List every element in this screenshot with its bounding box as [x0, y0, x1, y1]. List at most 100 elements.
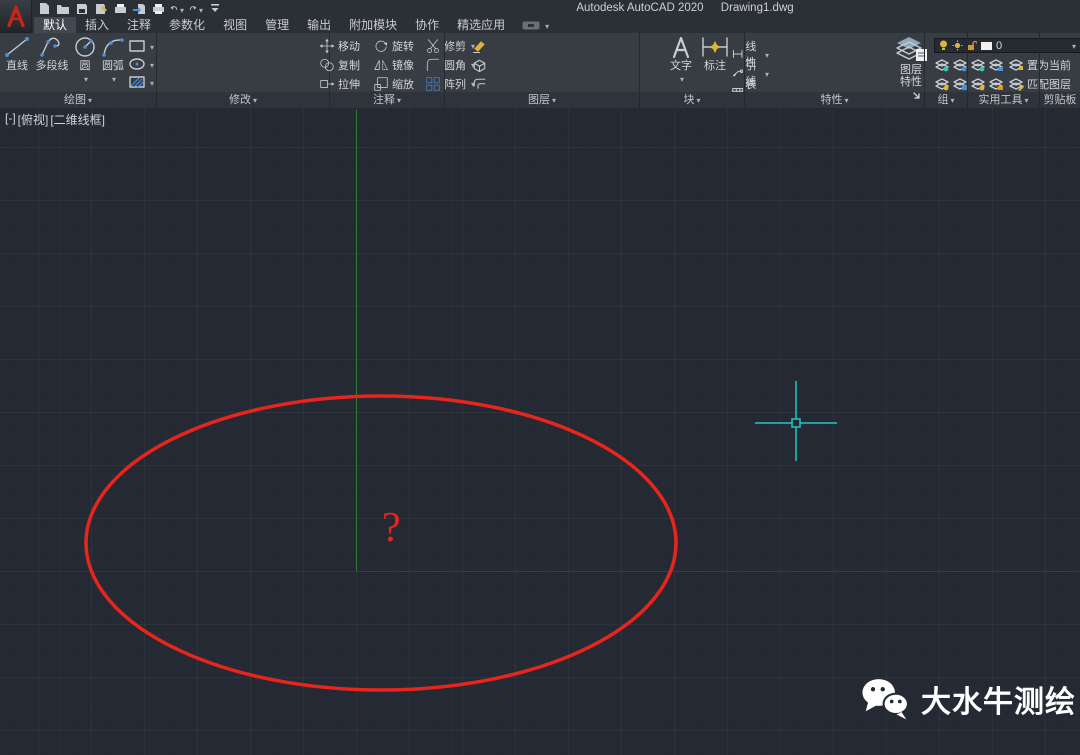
tab-parametric[interactable]: 参数化 — [160, 17, 214, 33]
undo-button[interactable] — [170, 2, 184, 16]
properties-dialog-launcher[interactable] — [913, 89, 921, 105]
export-button[interactable] — [132, 2, 146, 16]
crosshair-cursor — [755, 381, 837, 461]
arc-label: 圆弧 — [102, 60, 124, 72]
panel-block: 插入 创建 编辑 编辑属性 块 — [640, 33, 745, 108]
modify-panel-caret — [253, 92, 257, 108]
rectangle-caret[interactable] — [150, 37, 154, 55]
panel-label-group[interactable]: 组 — [925, 92, 967, 108]
hatch-tool[interactable] — [128, 73, 154, 91]
rectangle-tool[interactable] — [128, 37, 154, 55]
hatch-caret[interactable] — [150, 73, 154, 91]
circle-tool[interactable]: 圆 — [72, 35, 98, 85]
tab-output[interactable]: 输出 — [298, 17, 340, 33]
undo-dropdown-caret[interactable] — [180, 0, 184, 18]
autocad-logo-icon — [4, 4, 28, 28]
panel-label-properties[interactable]: 特性 — [745, 92, 924, 108]
rectangle-icon — [128, 39, 146, 53]
panel-draw: 直线 多段线 圆 圆弧 — [0, 33, 157, 108]
tab-addins[interactable]: 附加模块 — [340, 17, 406, 33]
panel-properties: 特性匹配 ByLayer ByLayer — [745, 33, 925, 108]
panel-layers: 图层特性 0 置为当 — [445, 33, 640, 108]
layers-panel-caret — [552, 92, 556, 108]
panel-group: 组 组 — [925, 33, 968, 108]
ellipse-caret[interactable] — [150, 55, 154, 73]
panel-label-utilities[interactable]: 实用工具 — [968, 92, 1039, 108]
tab-collaborate[interactable]: 协作 — [406, 17, 448, 33]
open-button[interactable] — [56, 2, 70, 16]
undo-icon — [170, 3, 178, 15]
watermark-text: 大水牛测绘 — [921, 677, 1076, 721]
viewport-controls: [-] [俯视] [二维线框] — [4, 111, 106, 128]
autocad-window: Autodesk AutoCAD 2020 Drawing1.dwg — [0, 0, 1080, 755]
properties-panel-caret — [844, 92, 848, 108]
drawn-ellipse[interactable] — [86, 396, 676, 690]
annotate-label-text: 注释 — [373, 94, 395, 106]
application-menu-button[interactable] — [0, 0, 32, 33]
tab-featured-apps[interactable]: 精选应用 — [448, 17, 514, 33]
draw-label-text: 绘图 — [64, 94, 86, 106]
customize-toolbar-button[interactable] — [208, 2, 222, 16]
quick-access-toolbar — [37, 1, 222, 16]
save-as-icon — [95, 3, 108, 15]
line-label: 直线 — [6, 60, 28, 72]
tab-annotate[interactable]: 注释 — [118, 17, 160, 33]
line-tool[interactable]: 直线 — [2, 35, 32, 72]
polyline-tool[interactable]: 多段线 — [33, 35, 71, 72]
arc-dropdown-caret[interactable] — [112, 73, 116, 85]
block-label-text: 块 — [683, 94, 694, 106]
redo-button[interactable] — [189, 2, 203, 16]
ribbon: 直线 多段线 圆 圆弧 — [0, 33, 1080, 108]
ellipse-icon — [128, 57, 146, 71]
redo-icon — [189, 3, 197, 15]
customize-icon — [210, 3, 220, 14]
save-as-button[interactable] — [94, 2, 108, 16]
app-title: Autodesk AutoCAD 2020 — [576, 2, 703, 14]
tab-options-button[interactable] — [522, 17, 549, 33]
viewport-view-control[interactable]: [俯视] — [17, 111, 50, 128]
circle-dropdown-caret[interactable] — [84, 73, 88, 85]
tab-manage[interactable]: 管理 — [256, 17, 298, 33]
layers-label-text: 图层 — [528, 94, 550, 106]
utilities-panel-caret — [1024, 92, 1028, 108]
hatch-icon — [128, 75, 146, 89]
drawing-canvas[interactable]: [-] [俯视] [二维线框] ? — [0, 108, 1080, 755]
tab-insert[interactable]: 插入 — [76, 17, 118, 33]
viewport-visual-style-control[interactable]: [二维线框] — [49, 111, 106, 128]
utilities-label-text: 实用工具 — [978, 94, 1022, 106]
panel-label-annotate[interactable]: 注释 — [330, 92, 444, 108]
panel-annotate: 文字 标注 线性 引线 表格 注释 — [330, 33, 445, 108]
save-icon — [76, 3, 88, 15]
tab-view[interactable]: 视图 — [214, 17, 256, 33]
print-button[interactable] — [151, 2, 165, 16]
ribbon-tab-bar: 默认 插入 注释 参数化 视图 管理 输出 附加模块 协作 精选应用 — [0, 17, 1080, 33]
new-file-icon — [39, 2, 50, 15]
redo-dropdown-caret[interactable] — [199, 0, 203, 18]
save-button[interactable] — [75, 2, 89, 16]
tab-home[interactable]: 默认 — [34, 17, 76, 33]
tab-options-caret — [545, 16, 549, 34]
panel-label-clipboard[interactable]: 剪贴板 — [1040, 92, 1080, 108]
new-file-button[interactable] — [37, 2, 51, 16]
modify-label-text: 修改 — [229, 94, 251, 106]
panel-utilities: 测量 实用工具 — [968, 33, 1040, 108]
clipboard-label-text: 剪贴板 — [1044, 94, 1077, 106]
open-folder-icon — [56, 3, 70, 15]
annotate-panel-caret — [397, 92, 401, 108]
print-icon — [152, 3, 165, 15]
title-bar: Autodesk AutoCAD 2020 Drawing1.dwg — [0, 0, 1080, 17]
panel-label-draw[interactable]: 绘图 — [0, 92, 156, 108]
panel-label-layers[interactable]: 图层 — [445, 92, 639, 108]
arc-tool[interactable]: 圆弧 — [98, 35, 128, 85]
export-icon — [133, 3, 146, 15]
plot-button[interactable] — [113, 2, 127, 16]
group-panel-caret — [950, 92, 954, 108]
ellipse-tool[interactable] — [128, 55, 154, 73]
window-title: Autodesk AutoCAD 2020 Drawing1.dwg — [290, 2, 1080, 14]
panel-label-block[interactable]: 块 — [640, 92, 744, 108]
circle-label: 圆 — [80, 60, 91, 72]
panel-label-modify[interactable]: 修改 — [157, 92, 329, 108]
properties-label-text: 特性 — [820, 94, 842, 106]
question-mark-text[interactable]: ? — [382, 504, 401, 552]
viewport-minimize-control[interactable]: [-] — [4, 111, 17, 128]
